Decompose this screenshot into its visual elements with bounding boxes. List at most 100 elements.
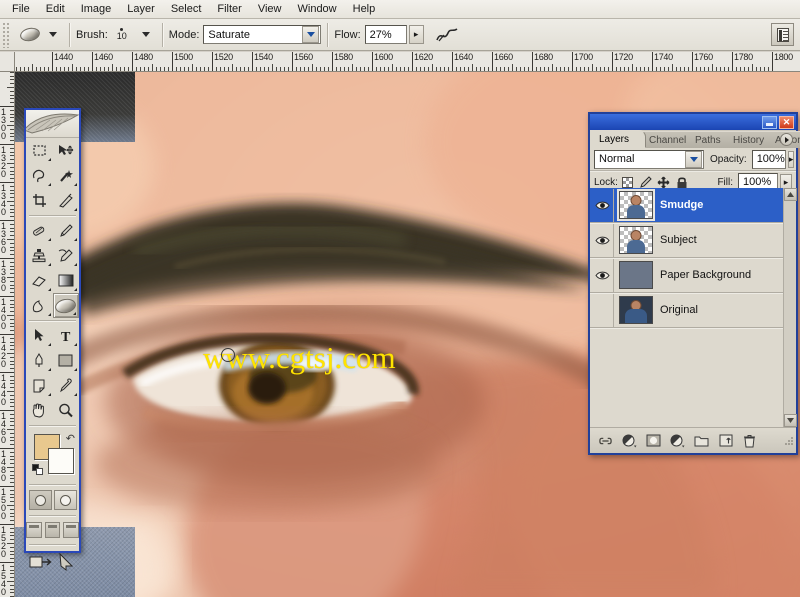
add-layer-mask-icon[interactable] (646, 433, 661, 448)
crop-tool[interactable] (26, 188, 53, 213)
horizontal-ruler[interactable]: 1440 1460 1480 1500 1520 1540 1560 1580 1600 1620… (15, 52, 800, 72)
toolbox-title-bar[interactable] (26, 110, 79, 138)
options-bar-grip[interactable] (2, 21, 11, 48)
airbrush-icon[interactable] (434, 23, 460, 47)
add-layer-style-icon[interactable] (622, 433, 637, 448)
standard-mode-icon[interactable] (28, 490, 52, 510)
full-screen-with-menubar-icon[interactable] (44, 522, 61, 538)
slice-tool[interactable] (53, 188, 80, 213)
smudge-tool[interactable] (52, 293, 79, 318)
menu-window[interactable]: Window (290, 1, 345, 17)
default-colors-icon[interactable] (32, 464, 44, 476)
eye-icon[interactable] (592, 188, 614, 222)
minimize-icon[interactable] (762, 115, 777, 129)
type-tool[interactable]: T (53, 323, 80, 348)
hand-tool[interactable] (26, 398, 53, 423)
history-brush-tool[interactable] (53, 243, 80, 268)
ruler-origin-corner[interactable] (0, 52, 15, 72)
layer-thumbnail[interactable] (618, 190, 654, 220)
mode-select[interactable]: Saturate (203, 25, 322, 44)
eye-icon[interactable] (592, 223, 614, 257)
menu-file[interactable]: File (4, 1, 38, 17)
delete-layer-icon[interactable] (742, 433, 757, 448)
lock-image-pixels-icon[interactable] (639, 175, 653, 189)
jump-to-imageready-icon[interactable] (26, 547, 79, 577)
rectangular-marquee-tool[interactable] (26, 138, 53, 163)
blend-mode-chevron-down-icon[interactable] (685, 150, 702, 168)
new-layer-icon[interactable] (718, 433, 733, 448)
color-swatches[interactable]: ↶ (26, 430, 79, 482)
zoom-tool[interactable] (53, 398, 80, 423)
background-color-swatch[interactable] (48, 448, 74, 474)
layer-row-smudge[interactable]: Smudge (590, 188, 796, 223)
menu-help[interactable]: Help (345, 1, 384, 17)
brush-chevron-down-icon[interactable] (141, 32, 150, 37)
link-layers-icon[interactable] (598, 433, 613, 448)
layers-palette-toolbar[interactable] (590, 427, 796, 453)
eyedropper-tool[interactable] (53, 373, 80, 398)
scroll-up-icon[interactable] (784, 188, 797, 201)
standard-screen-mode-icon[interactable] (26, 522, 42, 538)
flow-slider-popup-button[interactable]: ▸ (408, 25, 424, 44)
lock-position-icon[interactable] (657, 175, 671, 189)
layer-thumbnail[interactable] (618, 260, 654, 290)
clone-stamp-tool[interactable] (26, 243, 53, 268)
opacity-slider-popup-button[interactable]: ▸ (787, 150, 795, 168)
tool-grid[interactable]: T (26, 138, 79, 423)
move-tool[interactable] (53, 138, 80, 163)
resize-grip[interactable] (785, 432, 794, 450)
eraser-tool[interactable] (26, 268, 53, 293)
blend-mode-select[interactable]: Normal (594, 149, 704, 169)
layer-row-subject[interactable]: Subject (590, 223, 796, 258)
eye-icon[interactable] (592, 258, 614, 292)
layer-thumbnail[interactable] (618, 225, 654, 255)
dodge-tool[interactable] (26, 293, 53, 318)
vertical-ruler[interactable]: 1300 1320 1340 1360 1380 1400 1420 1440 1460 1480… (0, 72, 15, 597)
menu-view[interactable]: View (250, 1, 290, 17)
smudge-tool-icon[interactable] (17, 24, 43, 46)
layer-row-paper-background[interactable]: Paper Background (590, 258, 796, 293)
notes-tool[interactable] (26, 373, 53, 398)
lasso-tool[interactable] (26, 163, 53, 188)
pen-tool[interactable] (26, 348, 53, 373)
close-icon[interactable]: ✕ (779, 115, 794, 129)
mask-mode-buttons[interactable] (26, 487, 79, 513)
menu-edit[interactable]: Edit (38, 1, 73, 17)
menu-layer[interactable]: Layer (119, 1, 163, 17)
menu-image[interactable]: Image (73, 1, 120, 17)
palette-well-icon[interactable] (771, 23, 794, 46)
path-selection-tool[interactable] (26, 323, 53, 348)
layers-palette-tabs[interactable]: Layers Channels Paths History Actions (590, 130, 800, 148)
new-fill-adjustment-layer-icon[interactable] (670, 433, 685, 448)
eye-icon-off[interactable] (592, 293, 614, 327)
scroll-down-icon[interactable] (784, 414, 797, 427)
layer-list[interactable]: Smudge Subject Paper Background Original (590, 188, 796, 427)
brush-tool[interactable] (53, 218, 80, 243)
layers-palette[interactable]: ✕ Layers Channels Paths History Actions … (588, 112, 800, 455)
layer-thumbnail[interactable] (618, 295, 654, 325)
new-group-icon[interactable] (694, 433, 709, 448)
menu-filter[interactable]: Filter (209, 1, 249, 17)
layers-palette-title-bar[interactable]: ✕ (590, 114, 796, 130)
opacity-input[interactable]: 100% (751, 149, 786, 169)
palette-menu-icon[interactable] (780, 133, 793, 146)
gradient-tool[interactable] (53, 268, 80, 293)
tab-layers[interactable]: Layers (590, 130, 646, 148)
menu-select[interactable]: Select (163, 1, 210, 17)
shape-tool[interactable] (53, 348, 80, 373)
layer-list-scrollbar[interactable] (783, 188, 797, 427)
flow-input[interactable]: 27% (364, 25, 407, 44)
tool-preset-chevron-down-icon[interactable] (49, 32, 57, 37)
quick-mask-mode-icon[interactable] (53, 490, 77, 510)
brush-size-preview[interactable]: 10 (112, 28, 132, 41)
mode-chevron-down-icon[interactable] (302, 26, 320, 43)
full-screen-mode-icon[interactable] (63, 522, 80, 538)
screen-mode-buttons[interactable] (26, 518, 80, 542)
magic-wand-tool[interactable] (53, 163, 80, 188)
lock-transparency-icon[interactable] (621, 175, 635, 189)
healing-brush-tool[interactable] (26, 218, 53, 243)
layer-row-original[interactable]: Original (590, 293, 796, 328)
lock-all-icon[interactable] (675, 175, 689, 189)
toolbox-palette[interactable]: T ↶ (24, 108, 81, 572)
swap-colors-icon[interactable]: ↶ (66, 432, 75, 445)
